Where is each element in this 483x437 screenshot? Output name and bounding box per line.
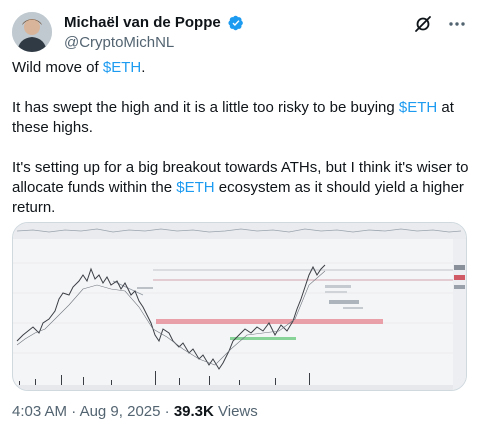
- avatar-image: [12, 12, 52, 52]
- cashtag-link[interactable]: $ETH: [103, 59, 141, 76]
- avatar[interactable]: [12, 12, 52, 52]
- cashtag-link[interactable]: $ETH: [176, 179, 214, 196]
- tweet-meta: 4:03 AM · Aug 9, 2025 · 39.3K Views: [12, 403, 258, 421]
- verified-badge-icon: [228, 15, 244, 31]
- text-segment: .: [141, 59, 146, 76]
- header-actions: [403, 14, 467, 34]
- tweet-date[interactable]: Aug 9, 2025: [80, 403, 161, 420]
- author-handle[interactable]: @CryptoMichNL: [64, 34, 244, 52]
- display-name[interactable]: Michaël van de Poppe: [64, 14, 221, 32]
- more-icon[interactable]: [447, 14, 467, 34]
- meta-separator: ·: [160, 403, 174, 420]
- tweet-text: Wild move of $ETH. It has swept the high…: [12, 58, 472, 238]
- views-count: 39.3K: [173, 403, 214, 420]
- grok-icon[interactable]: [413, 14, 433, 34]
- cashtag-link[interactable]: $ETH: [399, 99, 437, 116]
- tweet-paragraph-1: Wild move of $ETH.: [12, 58, 472, 78]
- author-names: Michaël van de Poppe @CryptoMichNL: [64, 14, 244, 52]
- meta-separator: ·: [67, 403, 80, 420]
- views-label: Views: [213, 403, 258, 420]
- text-segment: Wild move of: [12, 59, 103, 76]
- tweet-paragraph-2: It has swept the high and it is a little…: [12, 98, 472, 138]
- tweet-header: Michaël van de Poppe @CryptoMichNL: [12, 12, 471, 52]
- price-chart-image: [13, 223, 466, 390]
- tweet: Michaël van de Poppe @CryptoMichNL Wild …: [0, 0, 483, 437]
- text-segment: It has swept the high and it is a little…: [12, 99, 399, 116]
- tweet-media-image[interactable]: [12, 222, 467, 391]
- tweet-time[interactable]: 4:03 AM: [12, 403, 67, 420]
- tweet-paragraph-3: It's setting up for a big breakout towar…: [12, 158, 472, 218]
